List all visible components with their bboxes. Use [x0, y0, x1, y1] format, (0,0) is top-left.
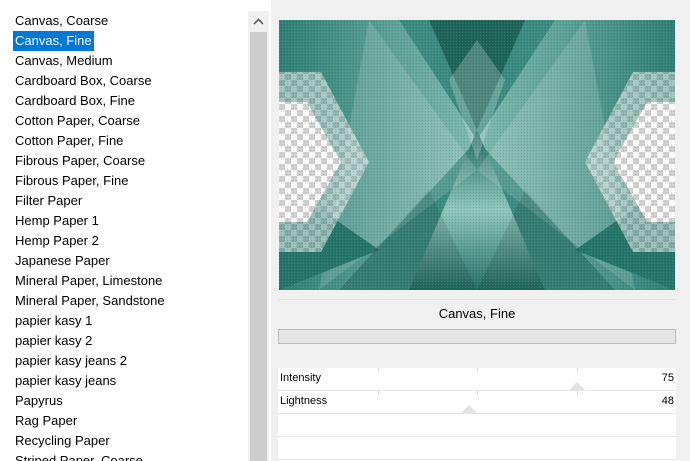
- slider-tick: [477, 368, 478, 372]
- slider-label: Lightness: [280, 395, 328, 407]
- list-item[interactable]: papier kasy jeans 2: [0, 351, 248, 371]
- list-item[interactable]: Cardboard Box, Coarse: [0, 71, 248, 91]
- list-item-label: papier kasy jeans 2: [15, 353, 128, 368]
- scroll-up-button[interactable]: [248, 11, 269, 32]
- list-item[interactable]: Striped Paper, Coarse: [0, 451, 248, 461]
- list-item[interactable]: Filter Paper: [0, 191, 248, 211]
- list-item[interactable]: papier kasy jeans: [0, 371, 248, 391]
- slider-value: 75: [661, 372, 674, 384]
- slider-lightness[interactable]: Lightness 48: [278, 391, 676, 414]
- list-scrollbar[interactable]: [248, 11, 269, 461]
- progress-bar: [278, 329, 676, 344]
- slider-tick: [576, 368, 578, 372]
- list-item[interactable]: Canvas, Medium: [0, 51, 248, 71]
- list-item-label: Cotton Paper, Fine: [15, 133, 124, 148]
- list-item[interactable]: Canvas, Coarse: [0, 11, 248, 31]
- slider-label: Intensity: [280, 372, 321, 384]
- slider-intensity[interactable]: Intensity 75: [278, 368, 676, 391]
- list-item[interactable]: papier kasy 2: [0, 331, 248, 351]
- slider-value: 48: [661, 395, 674, 407]
- list-item[interactable]: Mineral Paper, Limestone: [0, 271, 248, 291]
- slider-track[interactable]: [278, 391, 676, 413]
- chevron-up-icon: [253, 18, 264, 25]
- list-item-label: papier kasy 2: [15, 333, 93, 348]
- texture-list[interactable]: Canvas, Coarse Canvas, Fine Canvas, Medium…: [0, 11, 248, 461]
- list-item[interactable]: Mineral Paper, Sandstone: [0, 291, 248, 311]
- slider-tick: [477, 391, 478, 395]
- list-item-label: Japanese Paper: [15, 253, 110, 268]
- list-item-label: Papyrus: [15, 393, 63, 408]
- list-item-label: Mineral Paper, Limestone: [15, 273, 163, 288]
- list-item[interactable]: Fibrous Paper, Coarse: [0, 151, 248, 171]
- slider-tick: [576, 391, 578, 395]
- slider-thumb[interactable]: [568, 382, 585, 390]
- list-item[interactable]: Cardboard Box, Fine: [0, 91, 248, 111]
- list-item-label: Rag Paper: [15, 413, 78, 428]
- texture-preview: [279, 20, 675, 290]
- list-item-label: Cotton Paper, Coarse: [15, 113, 141, 128]
- list-item-label: Striped Paper, Coarse: [15, 453, 143, 461]
- list-item-label: Canvas, Medium: [15, 53, 113, 68]
- list-item-label: Fibrous Paper, Coarse: [15, 153, 146, 168]
- list-item[interactable]: Hemp Paper 2: [0, 231, 248, 251]
- list-item-label: Mineral Paper, Sandstone: [15, 293, 165, 308]
- list-item[interactable]: Papyrus: [0, 391, 248, 411]
- list-item-label: Hemp Paper 1: [15, 213, 99, 228]
- list-item[interactable]: Rag Paper: [0, 411, 248, 431]
- slider-thumb[interactable]: [461, 405, 478, 413]
- texture-list-pane: Canvas, Coarse Canvas, Fine Canvas, Medium…: [0, 0, 271, 461]
- list-item[interactable]: Canvas, Fine: [0, 31, 248, 51]
- list-item-label: Canvas, Fine: [13, 31, 94, 51]
- list-item-label: Recycling Paper: [15, 433, 110, 448]
- list-item[interactable]: Cotton Paper, Fine: [0, 131, 248, 151]
- list-item-label: Cardboard Box, Coarse: [15, 73, 152, 88]
- list-item[interactable]: Hemp Paper 1: [0, 211, 248, 231]
- list-item-label: Canvas, Coarse: [15, 13, 109, 28]
- list-item-label: papier kasy jeans: [15, 373, 117, 388]
- scroll-thumb[interactable]: [250, 32, 267, 461]
- list-item-label: Cardboard Box, Fine: [15, 93, 135, 108]
- slider-tick: [377, 391, 379, 395]
- preview-image: [279, 20, 675, 290]
- list-item-label: Filter Paper: [15, 193, 83, 208]
- list-item[interactable]: papier kasy 1: [0, 311, 248, 331]
- list-item[interactable]: Cotton Paper, Coarse: [0, 111, 248, 131]
- list-item-label: Hemp Paper 2: [15, 233, 99, 248]
- list-item[interactable]: Fibrous Paper, Fine: [0, 171, 248, 191]
- list-item-label: papier kasy 1: [15, 313, 93, 328]
- slider-track[interactable]: [278, 368, 676, 390]
- list-item-label: Fibrous Paper, Fine: [15, 173, 129, 188]
- slider-tick: [377, 368, 379, 372]
- empty-row: [278, 414, 676, 437]
- selected-texture-name: Canvas, Fine: [278, 299, 676, 328]
- parameter-sliders: Intensity 75 Lightness 48: [278, 368, 676, 461]
- list-item[interactable]: Recycling Paper: [0, 431, 248, 451]
- empty-row: [278, 437, 676, 460]
- list-item[interactable]: Japanese Paper: [0, 251, 248, 271]
